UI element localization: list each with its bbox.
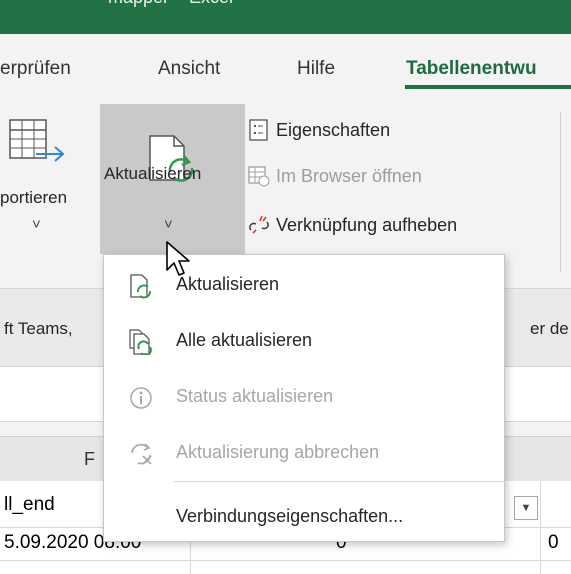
open-in-browser-button[interactable]: Im Browser öffnen [248, 165, 422, 187]
unlink-icon [249, 215, 269, 234]
table-header-cell[interactable]: ll_end [4, 494, 55, 516]
refresh-split-button[interactable]: Aktualisieren ˅ [100, 104, 245, 254]
refresh-icon [130, 274, 151, 299]
title-bar: mapper – Excel [0, 0, 571, 34]
menu-item-cancel-refresh[interactable]: Aktualisierung abbrechen [104, 425, 504, 481]
menu-item-connection-properties[interactable]: Verbindungseigenschaften... [104, 489, 504, 545]
menu-item-refresh-all[interactable]: Alle aktualisieren [104, 313, 504, 369]
row-gridline [0, 560, 571, 561]
refresh-button-label: Aktualisieren [104, 164, 202, 183]
value-cell[interactable]: 0 [548, 532, 559, 554]
refresh-dropdown-menu: Aktualisieren Alle aktualisieren Status … [103, 254, 505, 542]
cancel-refresh-icon [131, 443, 152, 465]
table-export-icon [9, 119, 65, 162]
menu-separator [174, 481, 504, 482]
menu-item-label: Aktualisierung abbrechen [176, 442, 380, 462]
menu-item-label: Alle aktualisieren [176, 330, 313, 350]
info-bar-right-text: er de [530, 319, 569, 338]
tab-ueberpruefen[interactable]: erprüfen [0, 58, 71, 80]
window-title: mapper – Excel [108, 0, 233, 8]
menu-item-label: Verbindungseigenschaften... [176, 506, 404, 526]
properties-icon [249, 119, 268, 141]
export-button[interactable]: portieren ˅ [0, 104, 97, 254]
tab-tabellenentwurf[interactable]: Tabellenentwu [406, 58, 537, 80]
open-in-browser-label: Im Browser öffnen [276, 165, 422, 186]
active-tab-indicator [405, 85, 571, 89]
column-header-f[interactable]: F [84, 449, 95, 470]
properties-label: Eigenschaften [276, 119, 391, 140]
tab-ansicht[interactable]: Ansicht [158, 58, 220, 80]
chevron-down-icon[interactable]: ˅ [164, 216, 173, 233]
unlink-button[interactable]: Verknüpfung aufheben [248, 214, 457, 236]
info-bar-left-text: ft Teams, [4, 319, 73, 338]
menu-item-refresh[interactable]: Aktualisieren [104, 257, 504, 313]
ribbon-tab-strip: erprüfen Ansicht Hilfe Tabellenentwu [0, 34, 571, 104]
mouse-pointer-icon [166, 241, 190, 276]
ribbon-group-divider [560, 112, 561, 272]
tab-hilfe[interactable]: Hilfe [297, 58, 335, 80]
menu-item-refresh-status[interactable]: Status aktualisieren [104, 369, 504, 425]
info-icon [130, 387, 152, 409]
unlink-label: Verknüpfung aufheben [276, 214, 458, 235]
properties-button[interactable]: Eigenschaften [248, 119, 390, 141]
chevron-down-icon: ˅ [32, 216, 41, 233]
filter-dropdown-button[interactable]: ▼ [514, 496, 538, 520]
menu-item-label: Status aktualisieren [176, 386, 334, 406]
browser-open-icon [248, 166, 270, 187]
export-button-label: portieren [0, 188, 68, 207]
column-gridline [540, 481, 541, 574]
refresh-all-icon [129, 329, 152, 355]
